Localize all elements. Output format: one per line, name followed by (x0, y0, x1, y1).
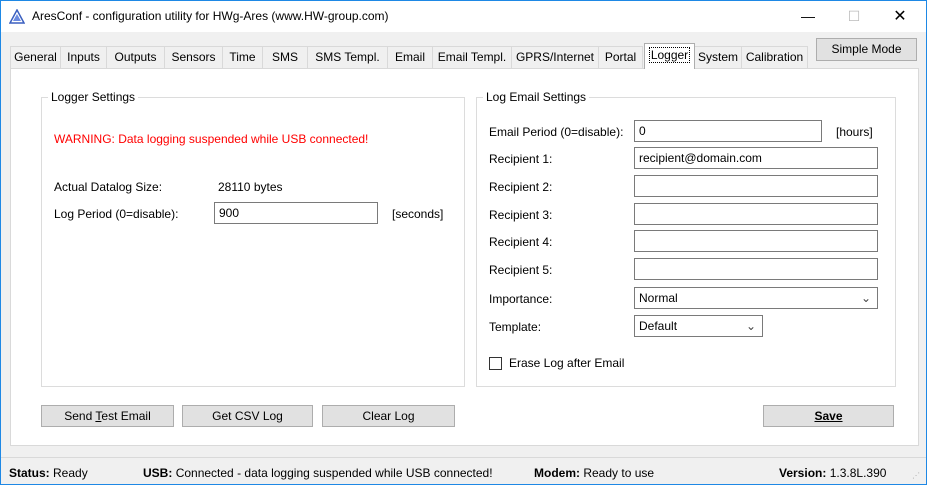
template-label: Template: (489, 320, 542, 334)
usb-value: Connected - data logging suspended while… (175, 466, 493, 480)
tab-label: Email Templ. (437, 50, 507, 64)
version-field: Version: 1.3.8L.390 (779, 466, 886, 480)
clear-log-button[interactable]: Clear Log (322, 405, 455, 427)
recipient-3-label: Recipient 3: (489, 208, 553, 222)
group-title: Logger Settings (48, 90, 139, 104)
tab-inputs[interactable]: Inputs (60, 46, 107, 68)
recipient-1-input[interactable]: recipient@domain.com (634, 147, 878, 169)
tab-label: SMS Templ. (315, 50, 380, 64)
modem-field: Modem: Ready to use (534, 466, 654, 480)
tab-email-templ[interactable]: Email Templ. (432, 46, 512, 68)
version-label: Version: (779, 466, 827, 480)
recipient-3-input[interactable] (634, 203, 878, 225)
tab-logger[interactable]: Logger (644, 43, 695, 69)
tab-label: SMS (271, 50, 298, 64)
recipient-2-label: Recipient 2: (489, 180, 553, 194)
version-value: 1.3.8L.390 (829, 466, 887, 480)
recipient-2-input[interactable] (634, 175, 878, 197)
tab-sensors[interactable]: Sensors (164, 46, 223, 68)
logger-tab-panel: Logger Settings WARNING: Data logging su… (10, 68, 919, 446)
ares-triangle-icon (9, 9, 25, 24)
tab-label: GPRS/Internet (515, 50, 595, 64)
recipient-1-label: Recipient 1: (489, 152, 553, 166)
tab-calibration[interactable]: Calibration (741, 46, 808, 68)
usb-warning-text: WARNING: Data logging suspended while US… (54, 132, 369, 146)
chevron-down-icon: ⌄ (860, 291, 871, 305)
tab-time[interactable]: Time (222, 46, 263, 68)
save-button[interactable]: Save (763, 405, 894, 427)
tab-label: Logger (648, 47, 691, 63)
email-period-unit: [hours] (836, 125, 873, 139)
group-title: Log Email Settings (483, 90, 590, 104)
recipient-4-label: Recipient 4: (489, 235, 553, 249)
log-email-settings-group: Log Email Settings Email Period (0=disab… (476, 90, 896, 387)
tab-outputs[interactable]: Outputs (106, 46, 165, 68)
tab-label: Portal (604, 50, 637, 64)
template-value: Default (639, 319, 678, 333)
app-window: AresConf - configuration utility for HWg… (0, 0, 927, 485)
tab-label: Time (229, 50, 256, 64)
resize-grip-icon[interactable]: ⋰ (912, 471, 922, 481)
usb-label: USB: (143, 466, 173, 480)
importance-value: Normal (639, 291, 678, 305)
tab-label: Sensors (171, 50, 216, 64)
tab-portal[interactable]: Portal (598, 46, 643, 68)
erase-log-checkbox[interactable] (489, 357, 502, 370)
status-value: Ready (53, 466, 88, 480)
window-title: AresConf - configuration utility for HWg… (32, 9, 389, 23)
importance-select[interactable]: Normal ⌄ (634, 287, 878, 309)
datalog-size-value: 28110 bytes (218, 180, 283, 194)
simple-mode-button[interactable]: Simple Mode (816, 38, 917, 61)
recipient-5-input[interactable] (634, 258, 878, 280)
tab-sms[interactable]: SMS (262, 46, 308, 68)
tab-general[interactable]: General (10, 46, 61, 68)
send-test-email-button[interactable]: Send Test Email (41, 405, 174, 427)
button-label: est Email (101, 409, 151, 423)
tab-label: Outputs (114, 50, 157, 64)
tab-sms-templ[interactable]: SMS Templ. (307, 46, 388, 68)
email-period-input[interactable]: 0 (634, 120, 822, 142)
status-bar: Status: Ready USB: Connected - data logg… (1, 457, 926, 484)
datalog-size-label: Actual Datalog Size: (54, 180, 163, 194)
log-period-label: Log Period (0=disable): (54, 207, 179, 221)
tab-label: Calibration (745, 50, 804, 64)
tab-label: Inputs (67, 50, 100, 64)
tab-gprs-internet[interactable]: GPRS/Internet (511, 46, 599, 68)
button-label: Save (814, 409, 843, 423)
tab-strip: General Inputs Outputs Sensors Time SMS … (1, 41, 811, 69)
email-period-label: Email Period (0=disable): (489, 125, 624, 139)
title-bar: AresConf - configuration utility for HWg… (1, 1, 926, 32)
usb-field: USB: Connected - data logging suspended … (143, 466, 493, 480)
log-period-unit: [seconds] (392, 207, 444, 221)
maximize-button[interactable]: ☐ (831, 1, 877, 32)
tab-label: System (697, 50, 738, 64)
erase-log-label: Erase Log after Email (509, 356, 625, 370)
recipient-5-label: Recipient 5: (489, 263, 553, 277)
template-select[interactable]: Default ⌄ (634, 315, 763, 337)
close-button[interactable]: ✕ (877, 1, 923, 32)
modem-label: Modem: (534, 466, 580, 480)
tab-system[interactable]: System (694, 46, 742, 68)
button-label: Send (64, 409, 96, 423)
minimize-button[interactable]: — (785, 1, 831, 32)
importance-label: Importance: (489, 292, 553, 306)
log-period-input[interactable]: 900 (214, 202, 378, 224)
get-csv-log-button[interactable]: Get CSV Log (182, 405, 313, 427)
recipient-4-input[interactable] (634, 230, 878, 252)
tab-label: General (14, 50, 57, 64)
logger-settings-group: Logger Settings WARNING: Data logging su… (41, 90, 465, 387)
modem-value: Ready to use (583, 466, 655, 480)
status-label: Status: (9, 466, 50, 480)
tab-label: Email (394, 50, 425, 64)
tab-email[interactable]: Email (387, 46, 433, 68)
chevron-down-icon: ⌄ (745, 319, 756, 333)
status-field: Status: Ready (9, 466, 88, 480)
